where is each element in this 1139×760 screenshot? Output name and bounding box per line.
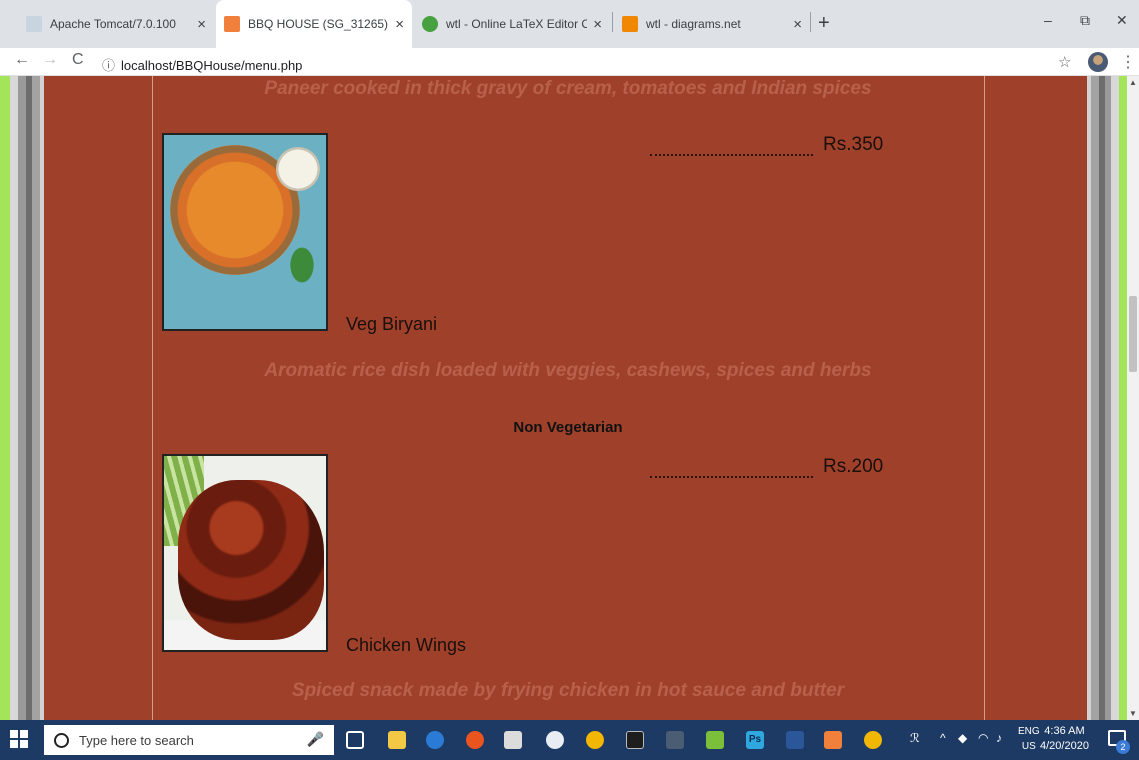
veg-biryani-image — [162, 133, 328, 331]
dish-name: Veg Biryani — [346, 314, 438, 334]
scroll-up-arrow-icon[interactable]: ▲ — [1129, 78, 1137, 87]
wifi-icon[interactable]: ◠ — [978, 731, 988, 745]
eclipse-icon[interactable] — [546, 731, 564, 749]
tray-app-icon[interactable]: ◆ — [958, 731, 967, 745]
xampp-favicon-icon — [224, 16, 240, 32]
reload-button[interactable]: C — [72, 51, 84, 69]
browser-toolbar: ← → C ⓘ localhost/BBQHouse/menu.php ☆ ⋮ — [0, 48, 1139, 76]
chrome-icon[interactable] — [586, 731, 604, 749]
ubuntu-icon[interactable] — [466, 731, 484, 749]
diagrams-favicon-icon — [622, 16, 638, 32]
url-text[interactable]: localhost/BBQHouse/menu.php — [121, 58, 302, 73]
photoshop-icon[interactable]: Ps — [746, 731, 764, 749]
windows-taskbar: Type here to search 🎤 Ps ℛ ^ ◆ ◠ ♪ ENG U… — [0, 720, 1139, 760]
tab-title: BBQ HOUSE (SG_31265) — [248, 17, 389, 31]
windows-start-button[interactable] — [10, 730, 30, 750]
coriander-garnish — [282, 235, 322, 295]
tab-overleaf[interactable]: wtl - Online LaTeX Editor Overle × — [414, 0, 610, 48]
scroll-thumb[interactable] — [1129, 296, 1137, 372]
right-decorative-border — [1077, 76, 1119, 720]
task-view-icon[interactable] — [346, 731, 364, 749]
overleaf-favicon-icon — [422, 16, 438, 32]
microphone-icon[interactable]: 🎤 — [307, 731, 324, 748]
left-column-rule — [152, 76, 153, 720]
minimize-button[interactable]: – — [1044, 12, 1052, 28]
tomcat-favicon-icon — [26, 16, 42, 32]
file-explorer-icon[interactable] — [388, 731, 406, 749]
tomcat-manager-icon[interactable] — [706, 731, 724, 749]
search-placeholder: Type here to search — [79, 732, 194, 748]
profile-avatar[interactable] — [1088, 52, 1108, 72]
chevron-up-icon[interactable]: ^ — [940, 731, 946, 745]
clock-date: 4/20/2020 — [1040, 740, 1089, 752]
dish-price: Rs.350 — [823, 134, 884, 155]
system-clock[interactable]: 4:36 AM 4/20/2020 — [1040, 724, 1089, 754]
dish-description: Spiced snack made by frying chicken in h… — [291, 680, 845, 701]
xampp-icon[interactable] — [824, 731, 842, 749]
clock-time: 4:36 AM — [1044, 725, 1085, 737]
price-leader-dots — [650, 476, 813, 478]
dish-description: Aromatic rice dish loaded with veggies, … — [264, 360, 872, 381]
taskbar-search-box[interactable]: Type here to search 🎤 — [44, 725, 334, 755]
section-heading: Non Vegetarian — [513, 419, 623, 436]
edge-icon[interactable] — [426, 731, 444, 749]
back-button[interactable]: ← — [14, 51, 30, 69]
scroll-down-arrow-icon[interactable]: ▼ — [1129, 709, 1137, 718]
tab-title: wtl - Online LaTeX Editor Overle — [446, 17, 588, 31]
tab-separator — [810, 12, 811, 32]
speaker-icon[interactable]: ♪ — [996, 731, 1002, 745]
dish-name: Chicken Wings — [346, 635, 467, 655]
language-code: ENG — [1018, 726, 1040, 737]
address-bar[interactable]: ⓘ localhost/BBQHouse/menu.php — [102, 55, 302, 74]
tab-title: wtl - diagrams.net — [646, 17, 741, 31]
notification-count-badge: 2 — [1116, 740, 1130, 754]
tab-close-icon[interactable]: × — [593, 16, 602, 33]
bookmark-star-icon[interactable]: ☆ — [1058, 53, 1071, 71]
price-leader-dots — [650, 154, 813, 156]
page-viewport: Paneer cooked in thick gravy of cream, t… — [0, 76, 1127, 720]
dish-price: Rs.200 — [823, 456, 884, 477]
new-tab-button[interactable]: + — [818, 12, 830, 35]
input-language[interactable]: ENG US — [1018, 724, 1040, 754]
close-window-button[interactable]: ✕ — [1116, 12, 1128, 29]
browser-tab-strip: Apache Tomcat/7.0.100 × BBQ HOUSE (SG_31… — [0, 0, 1139, 48]
tab-close-icon[interactable]: × — [793, 16, 802, 33]
cortana-icon — [54, 732, 69, 748]
chicken-wings-image — [162, 454, 328, 652]
people-icon[interactable]: ℛ — [910, 731, 920, 745]
tab-bbq-house[interactable]: BBQ HOUSE (SG_31265) × — [216, 0, 412, 48]
chrome-active-icon[interactable] — [864, 731, 882, 749]
page-scrollbar[interactable]: ▲ ▼ — [1127, 76, 1139, 720]
raita-bowl — [276, 147, 320, 191]
tab-close-icon[interactable]: × — [197, 16, 206, 33]
tab-separator — [612, 12, 613, 32]
tab-close-icon[interactable]: × — [395, 16, 404, 33]
previous-dish-description: Paneer cooked in thick gravy of cream, t… — [264, 78, 872, 99]
wings-pile — [178, 480, 324, 640]
app-window-icon[interactable] — [666, 731, 684, 749]
forward-button[interactable]: → — [42, 51, 58, 69]
region-code: US — [1021, 741, 1036, 752]
restore-button[interactable]: ⧉ — [1080, 12, 1090, 29]
tab-title: Apache Tomcat/7.0.100 — [50, 17, 176, 31]
right-column-rule — [984, 76, 985, 720]
tab-diagrams[interactable]: wtl - diagrams.net × — [614, 0, 810, 48]
notepad-icon[interactable] — [504, 731, 522, 749]
tab-apache-tomcat[interactable]: Apache Tomcat/7.0.100 × — [18, 0, 214, 48]
terminal-icon[interactable] — [626, 731, 644, 749]
browser-menu-icon[interactable]: ⋮ — [1120, 52, 1136, 72]
left-decorative-border — [10, 76, 50, 720]
powershell-icon[interactable] — [786, 731, 804, 749]
info-icon[interactable]: ⓘ — [102, 58, 115, 73]
